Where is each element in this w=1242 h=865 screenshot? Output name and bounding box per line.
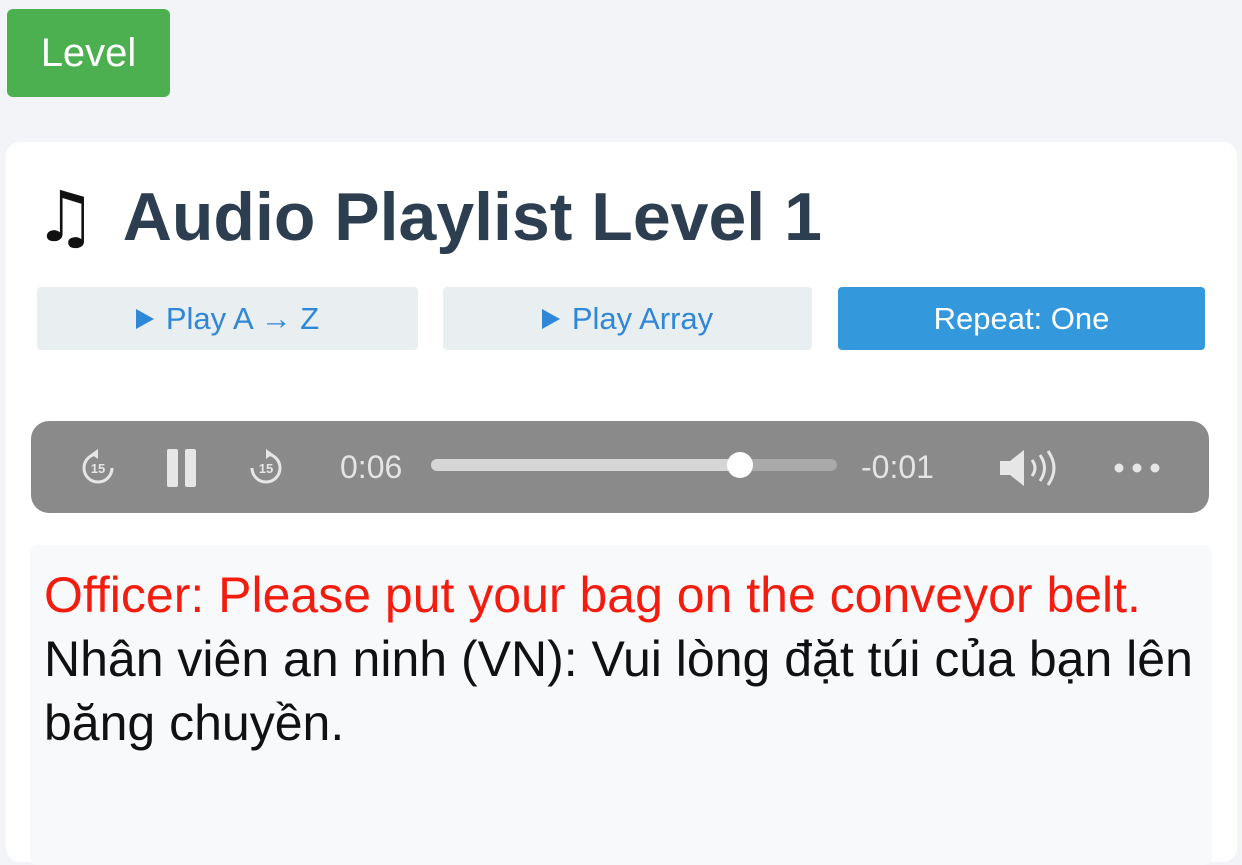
play-array-label: Play Array bbox=[571, 300, 714, 336]
play-icon bbox=[541, 308, 560, 329]
progress-slider[interactable] bbox=[431, 452, 837, 478]
progress-thumb[interactable] bbox=[726, 452, 753, 478]
elapsed-time: 0:06 bbox=[340, 449, 403, 485]
playback-controls: Play A → Z Play Array Repeat: One bbox=[6, 287, 1237, 350]
skip-forward-15-icon[interactable]: 15 bbox=[245, 447, 287, 494]
more-options-icon[interactable] bbox=[1113, 461, 1161, 479]
transcript-vietnamese: Nhân viên an ninh (VN): Vui lòng đặt túi… bbox=[44, 631, 1193, 751]
audio-player: 15 15 0:06 -0:01 bbox=[31, 421, 1209, 513]
play-icon bbox=[135, 308, 154, 329]
playlist-card: ♫ Audio Playlist Level 1 Play A → Z Play… bbox=[6, 142, 1237, 865]
volume-icon[interactable] bbox=[998, 448, 1064, 493]
repeat-mode-label: Repeat: One bbox=[933, 300, 1110, 336]
title-text: Audio Playlist Level 1 bbox=[122, 179, 822, 255]
transcript-box: Officer: Please put your bag on the conv… bbox=[30, 545, 1212, 865]
remaining-time: -0:01 bbox=[861, 449, 934, 485]
level-button[interactable]: Level bbox=[7, 9, 170, 97]
repeat-mode-button[interactable]: Repeat: One bbox=[838, 287, 1205, 350]
pause-icon[interactable] bbox=[167, 449, 197, 492]
play-a-to-z-button[interactable]: Play A → Z bbox=[37, 287, 418, 350]
page-title: ♫ Audio Playlist Level 1 bbox=[34, 178, 822, 256]
progress-fill bbox=[431, 459, 740, 471]
play-a-to-z-label: Play A → Z bbox=[165, 300, 320, 336]
skip-back-15-icon[interactable]: 15 bbox=[77, 447, 119, 494]
skip-back-seconds: 15 bbox=[91, 461, 105, 476]
transcript-english: Officer: Please put your bag on the conv… bbox=[44, 567, 1141, 623]
music-note-icon: ♫ bbox=[34, 176, 97, 258]
play-array-button[interactable]: Play Array bbox=[443, 287, 812, 350]
skip-forward-seconds: 15 bbox=[259, 461, 273, 476]
